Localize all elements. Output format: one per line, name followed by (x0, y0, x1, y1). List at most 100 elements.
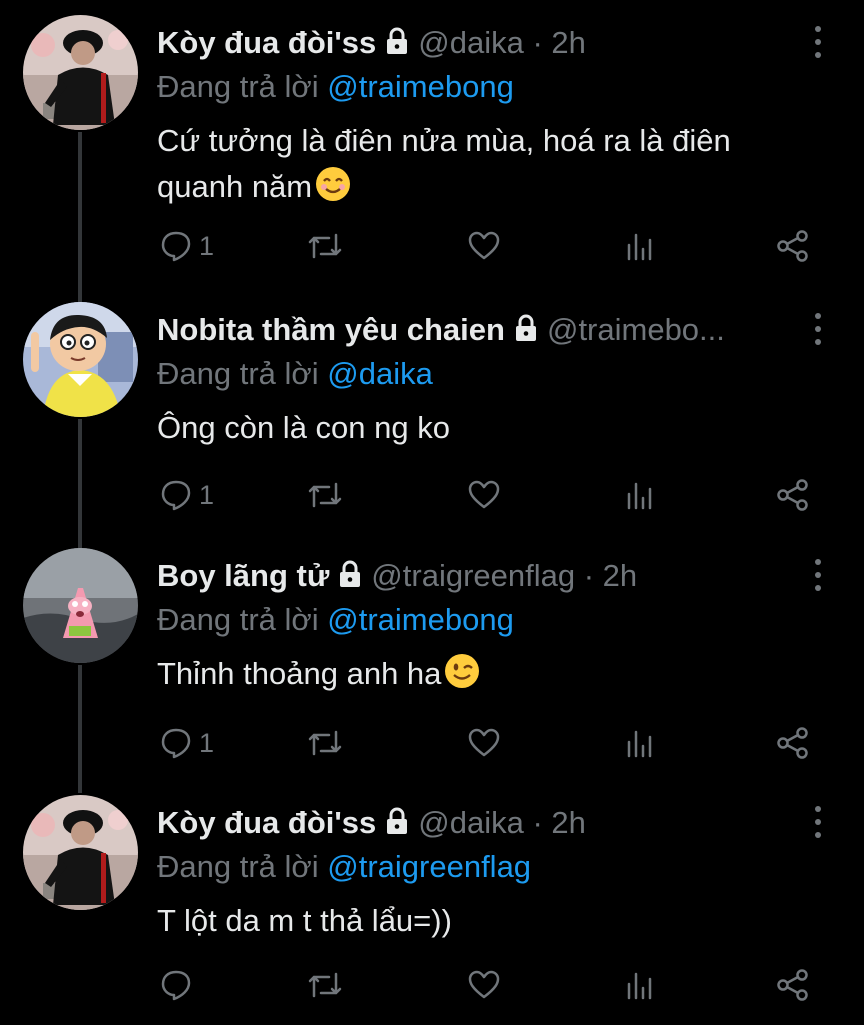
lock-icon (335, 558, 365, 597)
more-options-icon[interactable] (808, 806, 828, 838)
replying-to-label: Đang trả lời (157, 69, 319, 104)
mention-link[interactable]: @traimebong (327, 69, 514, 104)
lock-icon (511, 312, 541, 351)
reply-button[interactable] (159, 965, 199, 1005)
mention-link[interactable]: @daika (327, 356, 433, 391)
tweet-text: Cứ tưởng là điên nửa mùa, hoá ra là điên… (157, 118, 824, 216)
display-name[interactable]: Kòy đua đòi'ss (157, 25, 376, 60)
retweet-button[interactable] (307, 226, 343, 266)
views-button[interactable] (622, 475, 656, 515)
tweet-text-content: Thỉnh thoảng anh ha (157, 656, 442, 691)
retweet-button[interactable] (307, 723, 343, 763)
user-handle[interactable]: @daika (418, 805, 524, 840)
tweet-text: T lột da m t thả lẩu=)) (157, 898, 824, 944)
retweet-icon (308, 482, 342, 508)
views-button[interactable] (622, 965, 656, 1005)
user-handle[interactable]: @traimebo... (547, 312, 725, 347)
tweet[interactable]: Nobita thầm yêu chaien @traimebo... Đang … (0, 287, 864, 549)
replying-to: Đang trả lời @daika (157, 353, 433, 395)
replying-to-label: Đang trả lời (157, 849, 319, 884)
reply-thread: Kòy đua đòi'ss @daika · 2h Đang trả lời @… (0, 0, 864, 1024)
reply-button[interactable]: 1 (159, 226, 214, 266)
retweet-button[interactable] (307, 475, 343, 515)
tweet[interactable]: Kòy đua đòi'ss @daika · 2h Đang trả lời @… (0, 780, 864, 1025)
timestamp: · 2h (532, 805, 586, 840)
display-name[interactable]: Boy lãng tử (157, 558, 329, 593)
reply-icon (161, 480, 191, 511)
analytics-icon (627, 482, 652, 510)
share-button[interactable] (775, 965, 811, 1005)
mention-link[interactable]: @traimebong (327, 602, 514, 637)
retweet-icon (308, 972, 342, 998)
avatar[interactable] (23, 795, 138, 910)
tweet-actions: 1 (157, 723, 817, 763)
share-button[interactable] (775, 723, 811, 763)
analytics-icon (627, 233, 652, 261)
tweet-text-content: T lột da m t thả lẩu=)) (157, 903, 452, 938)
thread-connector-line (78, 132, 82, 302)
tweet-actions: 1 (157, 226, 817, 266)
avatar-image (23, 548, 138, 663)
like-button[interactable] (467, 965, 501, 1005)
lock-icon (382, 25, 412, 64)
tweet-text-content: Cứ tưởng là điên nửa mùa, hoá ra là điên… (157, 123, 731, 204)
share-icon (777, 479, 808, 511)
tweet-header: Kòy đua đòi'ss @daika · 2h (157, 22, 784, 64)
heart-icon (468, 728, 500, 757)
replying-to: Đang trả lời @traimebong (157, 66, 514, 108)
reply-count: 1 (199, 479, 215, 510)
winking-face-icon (443, 652, 481, 703)
tweet[interactable]: Boy lãng tử @traigreenflag · 2h Đang trả … (0, 533, 864, 793)
timestamp: · 2h (532, 25, 586, 60)
tweet-text: Ông còn là con ng ko (157, 405, 824, 451)
display-name[interactable]: Kòy đua đòi'ss (157, 805, 376, 840)
retweet-icon (308, 730, 342, 756)
thread-connector-line (78, 419, 82, 549)
reply-icon (161, 970, 191, 1001)
retweet-button[interactable] (307, 965, 343, 1005)
tweet-actions (157, 965, 817, 1005)
tweet-header: Kòy đua đòi'ss @daika · 2h (157, 802, 784, 844)
like-button[interactable] (467, 475, 501, 515)
replying-to-label: Đang trả lời (157, 602, 319, 637)
share-icon (777, 230, 808, 262)
lock-icon (382, 805, 412, 844)
reply-button[interactable]: 1 (159, 475, 214, 515)
tweet-text-content: Ông còn là con ng ko (157, 410, 450, 445)
replying-to: Đang trả lời @traimebong (157, 599, 514, 641)
user-handle[interactable]: @daika (418, 25, 524, 60)
more-options-icon[interactable] (808, 313, 828, 345)
share-button[interactable] (775, 475, 811, 515)
views-button[interactable] (622, 226, 656, 266)
like-button[interactable] (467, 723, 501, 763)
replying-to: Đang trả lời @traigreenflag (157, 846, 531, 888)
avatar[interactable] (23, 15, 138, 130)
avatar[interactable] (23, 548, 138, 663)
analytics-icon (627, 730, 652, 758)
views-button[interactable] (622, 723, 656, 763)
timestamp: · 2h (583, 558, 638, 593)
heart-icon (468, 480, 500, 509)
share-button[interactable] (775, 226, 811, 266)
heart-icon (468, 970, 500, 999)
reply-icon (161, 231, 191, 262)
avatar-image (23, 302, 138, 417)
avatar-image (23, 15, 138, 130)
display-name[interactable]: Nobita thầm yêu chaien (157, 312, 505, 347)
tweet[interactable]: Kòy đua đòi'ss @daika · 2h Đang trả lời @… (0, 0, 864, 302)
more-options-icon[interactable] (808, 559, 828, 591)
reply-count: 1 (199, 230, 215, 261)
avatar[interactable] (23, 302, 138, 417)
share-icon (777, 969, 808, 1001)
like-button[interactable] (467, 226, 501, 266)
reply-button[interactable]: 1 (159, 723, 214, 763)
smiling-face-icon (314, 165, 352, 216)
analytics-icon (627, 972, 652, 1000)
avatar-image (23, 795, 138, 910)
retweet-icon (308, 233, 342, 259)
tweet-header: Nobita thầm yêu chaien @traimebo... (157, 309, 784, 351)
more-options-icon[interactable] (808, 26, 828, 58)
user-handle[interactable]: @traigreenflag (371, 558, 575, 593)
mention-link[interactable]: @traigreenflag (327, 849, 531, 884)
tweet-actions: 1 (157, 475, 817, 515)
